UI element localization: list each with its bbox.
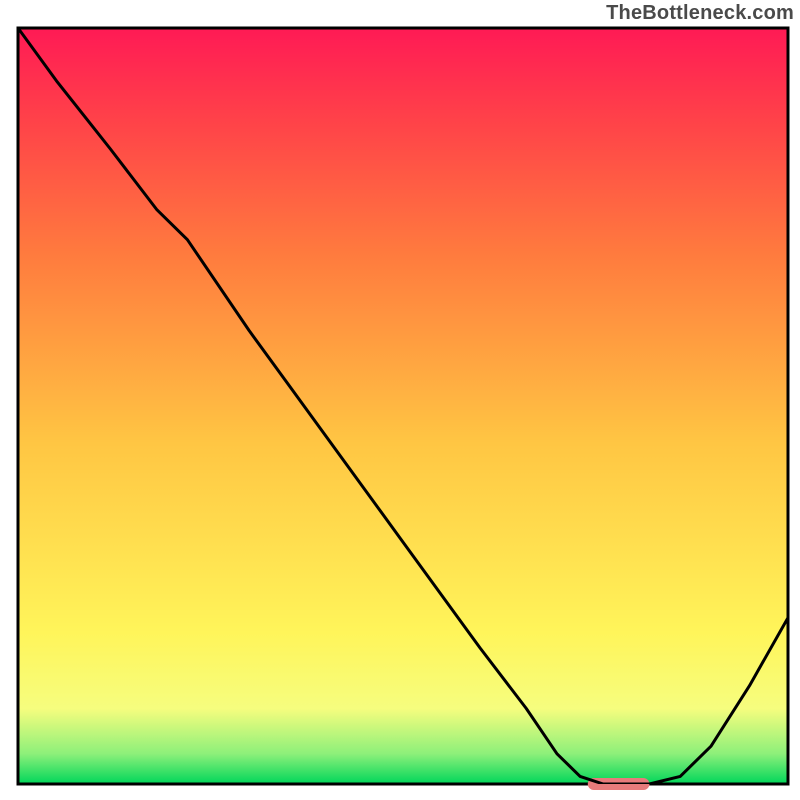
chart-root: TheBottleneck.com [0,0,800,800]
watermark-text: TheBottleneck.com [606,2,794,25]
gradient-background [18,28,788,784]
bottleneck-chart [0,0,800,800]
